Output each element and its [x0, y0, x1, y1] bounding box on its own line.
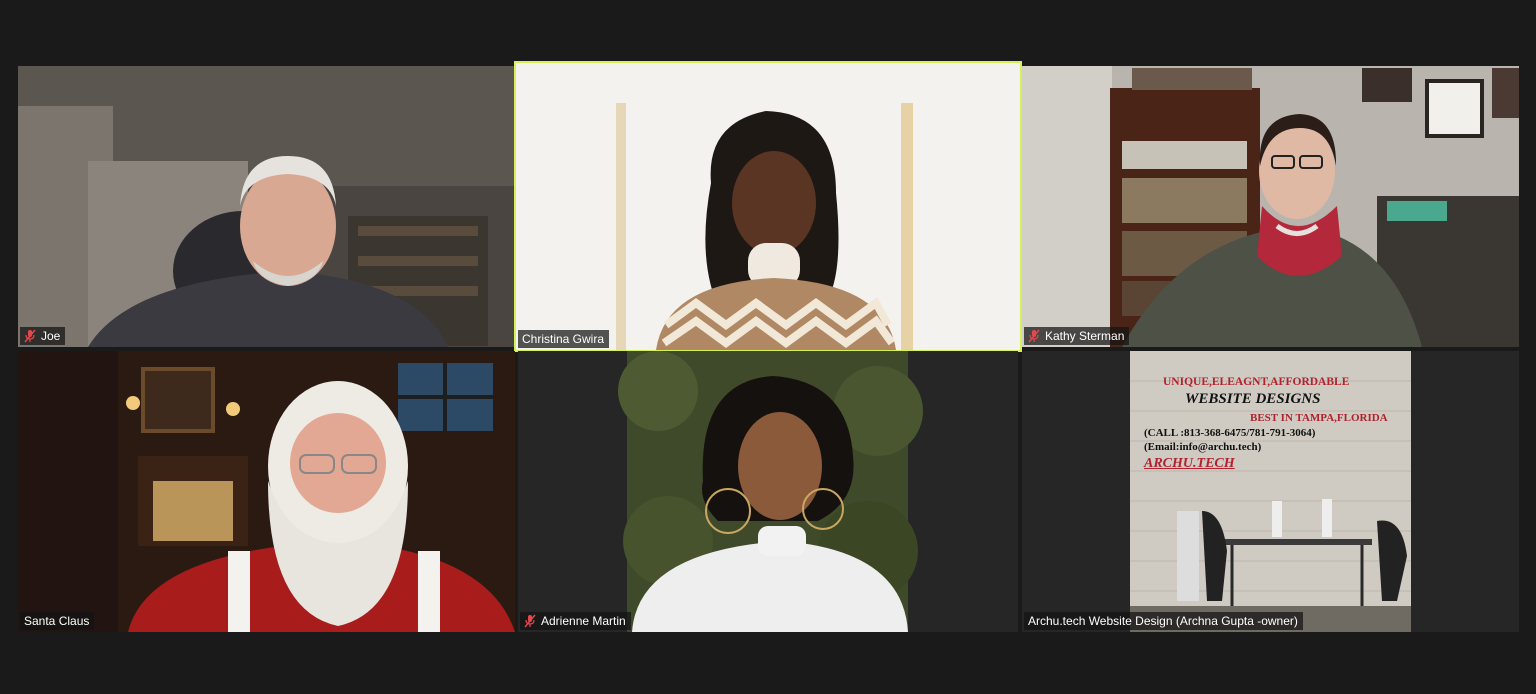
participant-name: Adrienne Martin — [541, 614, 626, 628]
microphone-muted-icon — [524, 614, 536, 628]
participant-name-label: Joe — [20, 327, 66, 345]
video-tile-adrienne-martin[interactable]: Adrienne Martin — [518, 351, 1018, 632]
ad-line-3: BEST IN TAMPA,FLORIDA — [1250, 412, 1388, 424]
participant-name: Kathy Sterman — [1045, 329, 1125, 343]
video-tile-archu-tech[interactable]: UNIQUE,ELEAGNT,AFFORDABLE WEBSITE DESIGN… — [1022, 351, 1519, 632]
ad-line-1: UNIQUE,ELEAGNT,AFFORDABLE — [1163, 376, 1350, 388]
video-tile-kathy-sterman[interactable]: Kathy Sterman — [1022, 66, 1519, 347]
video-tile-santa-claus[interactable]: Santa Claus — [18, 351, 515, 632]
ad-line-5: (Email:info@archu.tech) — [1144, 441, 1262, 453]
gallery-view: Joe Christina Gwira Kathy Sterman Santa … — [0, 0, 1536, 694]
participant-name: Archu.tech Website Design (Archna Gupta … — [1028, 614, 1298, 628]
microphone-muted-icon — [1028, 329, 1040, 343]
video-feed — [1022, 66, 1519, 347]
video-feed — [518, 351, 1018, 632]
video-feed — [18, 351, 515, 632]
ad-line-2: WEBSITE DESIGNS — [1185, 391, 1321, 407]
video-feed — [18, 66, 515, 347]
participant-name-label: Santa Claus — [20, 612, 95, 630]
ad-line-4: (CALL :813-368-6475/781-791-3064) — [1144, 427, 1316, 439]
participant-name: Christina Gwira — [522, 332, 605, 346]
participant-name-label: Adrienne Martin — [520, 612, 631, 630]
participant-name-label: Christina Gwira — [518, 330, 610, 348]
video-feed — [516, 63, 1020, 350]
participant-name-label: Archu.tech Website Design (Archna Gupta … — [1024, 612, 1303, 630]
microphone-muted-icon — [24, 329, 36, 343]
video-tile-joe[interactable]: Joe — [18, 66, 515, 347]
ad-line-6: ARCHU.TECH — [1144, 456, 1235, 471]
participant-name: Santa Claus — [24, 614, 90, 628]
participant-name-label: Kathy Sterman — [1024, 327, 1130, 345]
video-tile-christina-gwira[interactable]: Christina Gwira — [514, 61, 1022, 352]
participant-name: Joe — [41, 329, 61, 343]
